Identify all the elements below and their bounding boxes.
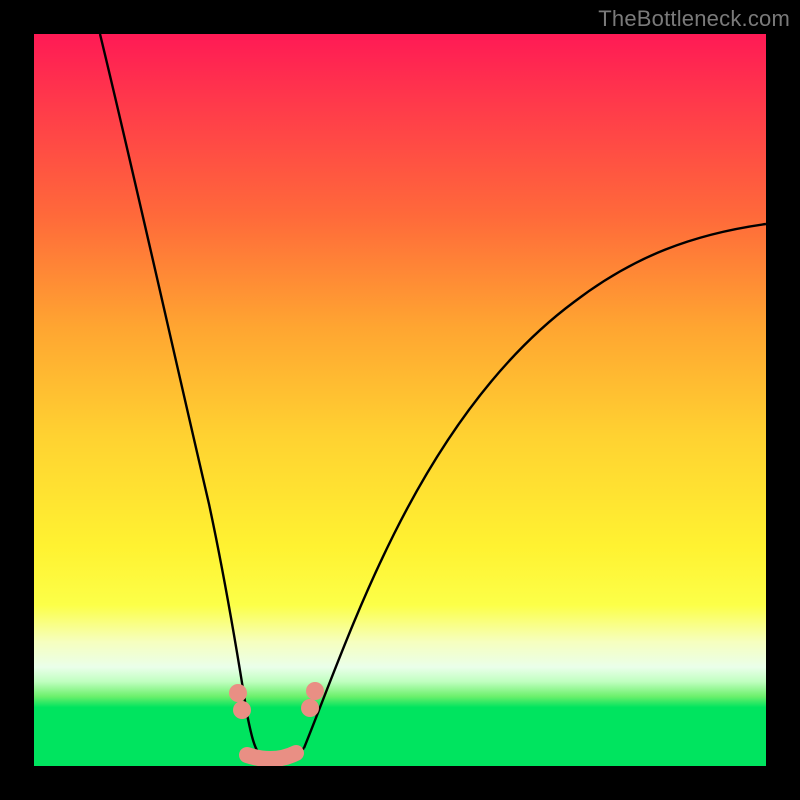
plot-area [34, 34, 766, 766]
curve-left-branch [100, 34, 258, 752]
marker-floor-segment [247, 753, 296, 759]
marker-right-upper [306, 682, 324, 700]
marker-right-lower [301, 699, 319, 717]
chart-frame: TheBottleneck.com [0, 0, 800, 800]
chart-svg [34, 34, 766, 766]
watermark-text: TheBottleneck.com [598, 6, 790, 32]
marker-left-lower [233, 701, 251, 719]
marker-left-upper [229, 684, 247, 702]
curve-right-branch [304, 224, 766, 748]
